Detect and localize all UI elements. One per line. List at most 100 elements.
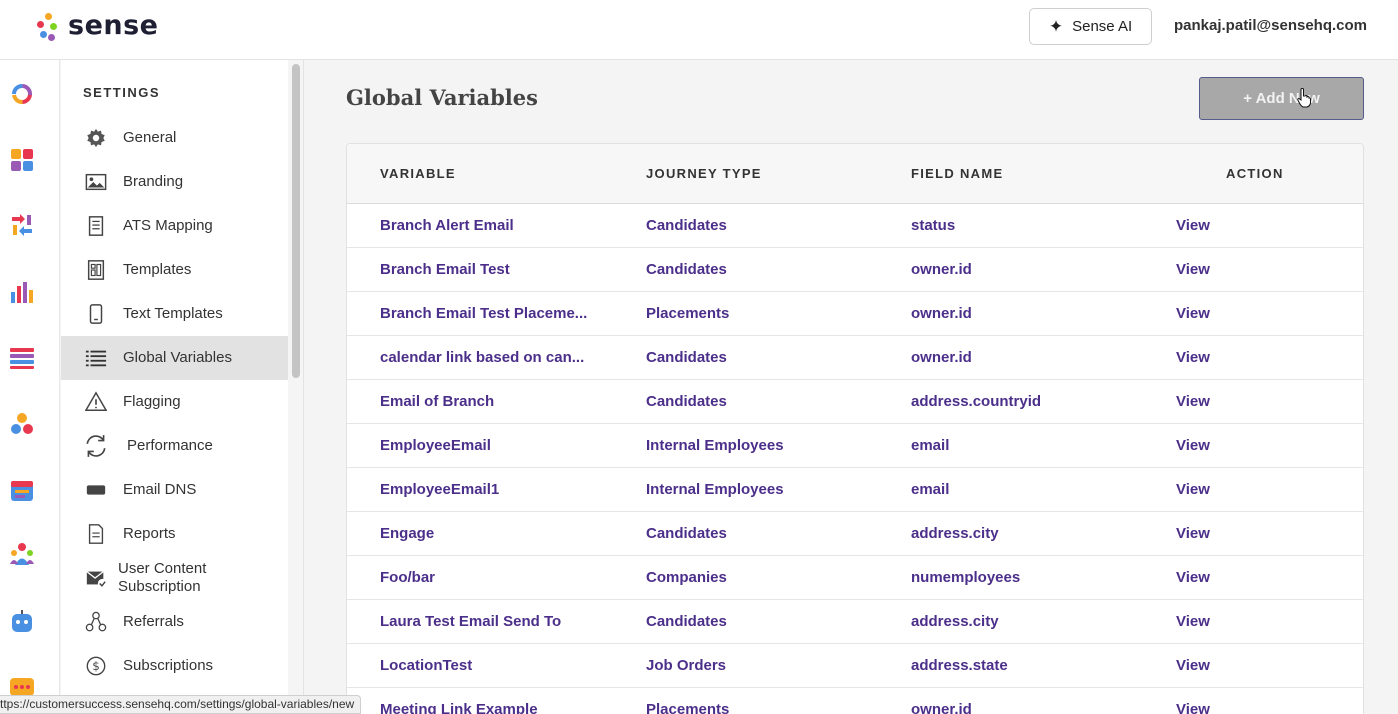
sidebar-item-text-templates[interactable]: Text Templates: [61, 292, 288, 336]
sidebar-item-performance[interactable]: Performance: [61, 424, 288, 468]
variable-cell[interactable]: Laura Test Email Send To: [380, 613, 561, 630]
sidebar-item-reports[interactable]: Reports: [61, 512, 288, 556]
sidebar-scrollbar-thumb[interactable]: [292, 64, 300, 378]
variable-cell[interactable]: Meeting Link Example: [380, 701, 538, 714]
variable-cell[interactable]: Branch Email Test: [380, 261, 510, 278]
dollar-icon: $: [86, 656, 106, 676]
sidebar-item-global-variables[interactable]: Global Variables: [61, 336, 288, 380]
variable-cell[interactable]: Branch Email Test Placeme...: [380, 305, 587, 322]
column-header-field-name[interactable]: FIELD NAME: [911, 166, 1003, 181]
table-row[interactable]: LocationTest Job Orders address.state View: [347, 644, 1363, 688]
column-header-variable[interactable]: VARIABLE: [380, 166, 456, 181]
field-name-cell: email: [911, 481, 950, 498]
sidebar-item-label: General: [123, 129, 177, 146]
table-row[interactable]: Branch Alert Email Candidates status View: [347, 204, 1363, 248]
view-link[interactable]: View: [1176, 261, 1210, 278]
variable-cell[interactable]: Engage: [380, 525, 434, 542]
field-name-cell: address.countryid: [911, 393, 1042, 410]
sidebar-item-flagging[interactable]: Flagging: [61, 380, 288, 424]
view-link[interactable]: View: [1176, 657, 1210, 674]
sidebar-item-templates[interactable]: Templates: [61, 248, 288, 292]
app-icon-rail: [0, 60, 60, 714]
journey-type-cell: Candidates: [646, 525, 727, 542]
people-dots-icon[interactable]: [10, 412, 34, 436]
variable-cell[interactable]: Branch Alert Email: [380, 217, 514, 234]
hand-cursor-icon: [1297, 88, 1311, 108]
svg-text:$: $: [92, 659, 100, 673]
calendar-icon[interactable]: [10, 478, 34, 502]
variable-cell[interactable]: Foo/bar: [380, 569, 435, 586]
table-row[interactable]: Branch Email Test Placeme... Placements ow…: [347, 292, 1363, 336]
field-name-cell: email: [911, 437, 950, 454]
variable-cell[interactable]: Email of Branch: [380, 393, 494, 410]
sidebar-item-general[interactable]: General: [61, 116, 288, 160]
sync-arrows-icon[interactable]: [10, 213, 34, 237]
settings-heading: SETTINGS: [83, 85, 161, 100]
list-stack-icon[interactable]: [10, 346, 34, 370]
journey-type-cell: Internal Employees: [646, 481, 784, 498]
view-link[interactable]: View: [1176, 437, 1210, 454]
view-link[interactable]: View: [1176, 349, 1210, 366]
sidebar-item-label: Text Templates: [123, 305, 223, 322]
sidebar-item-subscriptions[interactable]: $ Subscriptions: [61, 644, 288, 688]
view-link[interactable]: View: [1176, 481, 1210, 498]
view-link[interactable]: View: [1176, 701, 1210, 714]
sidebar-item-label: User Content Subscription: [118, 560, 207, 595]
table-row[interactable]: EmployeeEmail Internal Employees email View: [347, 424, 1363, 468]
journey-type-cell: Job Orders: [646, 657, 727, 674]
sidebar-item-label: Flagging: [123, 393, 181, 410]
field-name-cell: owner.id: [911, 261, 972, 278]
bar-chart-icon[interactable]: [10, 280, 34, 304]
logo-text: sense: [68, 10, 159, 41]
table-row[interactable]: Laura Test Email Send To Candidates addres…: [347, 600, 1363, 644]
column-header-journey-type[interactable]: JOURNEY TYPE: [646, 166, 762, 181]
page-title: Global Variables: [346, 85, 538, 110]
sidebar-item-email-dns[interactable]: Email DNS: [61, 468, 288, 512]
table-row[interactable]: Engage Candidates address.city View: [347, 512, 1363, 556]
journey-type-cell: Placements: [646, 701, 730, 714]
sense-ai-button[interactable]: ✦ Sense AI: [1029, 8, 1152, 45]
sidebar-item-label: Email DNS: [123, 481, 197, 498]
view-link[interactable]: View: [1176, 305, 1210, 322]
grid-apps-icon[interactable]: [10, 148, 34, 172]
journey-type-cell: Internal Employees: [646, 437, 784, 454]
sidebar-item-label: Performance: [127, 437, 213, 454]
chatbot-icon[interactable]: [10, 610, 34, 634]
sidebar-item-user-content-subscription[interactable]: User Content Subscription: [61, 556, 288, 600]
field-name-cell: address.city: [911, 613, 999, 630]
view-link[interactable]: View: [1176, 217, 1210, 234]
sidebar-item-ats-mapping[interactable]: ATS Mapping: [61, 204, 288, 248]
column-header-action: ACTION: [1226, 166, 1284, 181]
view-link[interactable]: View: [1176, 393, 1210, 410]
sidebar-item-label: Global Variables: [123, 349, 232, 366]
team-icon[interactable]: [10, 542, 34, 566]
journey-type-cell: Candidates: [646, 613, 727, 630]
view-link[interactable]: View: [1176, 525, 1210, 542]
variable-cell[interactable]: EmployeeEmail1: [380, 481, 499, 498]
table-row[interactable]: Foo/bar Companies numemployees View: [347, 556, 1363, 600]
logo-ring-icon[interactable]: [10, 82, 34, 106]
table-row[interactable]: EmployeeEmail1 Internal Employees email Vie…: [347, 468, 1363, 512]
view-link[interactable]: View: [1176, 569, 1210, 586]
variable-cell[interactable]: calendar link based on can...: [380, 349, 584, 366]
view-link[interactable]: View: [1176, 613, 1210, 630]
journey-type-cell: Placements: [646, 305, 730, 322]
sidebar-item-referrals[interactable]: Referrals: [61, 600, 288, 644]
sidebar-item-branding[interactable]: Branding: [61, 160, 288, 204]
phone-icon: [89, 304, 103, 324]
sparkle-icon: ✦: [1048, 16, 1064, 36]
field-name-cell: address.city: [911, 525, 999, 542]
table-row[interactable]: Meeting Link Example Placements owner.id Vi…: [347, 688, 1363, 714]
variable-cell[interactable]: LocationTest: [380, 657, 472, 674]
table-row[interactable]: Email of Branch Candidates address.country…: [347, 380, 1363, 424]
sense-logo[interactable]: sense: [36, 10, 159, 41]
table-row[interactable]: calendar link based on can... Candidates o…: [347, 336, 1363, 380]
journey-type-cell: Candidates: [646, 217, 727, 234]
table-row[interactable]: Branch Email Test Candidates owner.id View: [347, 248, 1363, 292]
user-email[interactable]: pankaj.patil@sensehq.com: [1174, 17, 1367, 34]
add-new-button[interactable]: + Add New: [1199, 77, 1364, 120]
referral-icon: [85, 611, 107, 632]
global-variables-table: VARIABLE JOURNEY TYPE FIELD NAME ACTION …: [346, 143, 1364, 714]
variable-cell[interactable]: EmployeeEmail: [380, 437, 491, 454]
sidebar-item-label: Branding: [123, 173, 184, 190]
